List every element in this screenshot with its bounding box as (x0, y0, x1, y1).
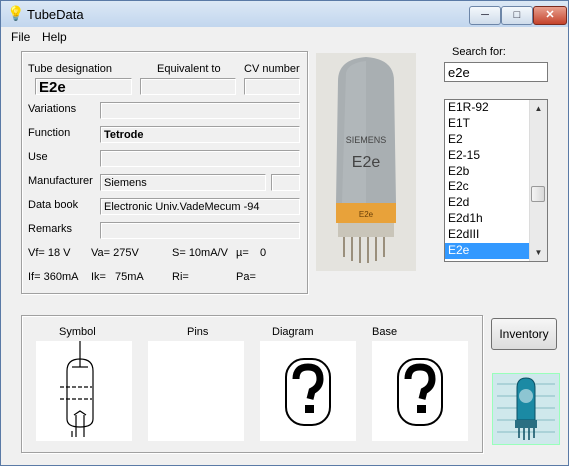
tube-list[interactable]: E1R-92 E1T E2 E2-15 E2b E2c E2d E2d1h E2dIII E2e … (444, 99, 548, 262)
tubedata-logo (492, 373, 560, 445)
variations-label: Variations (28, 103, 77, 115)
designation-field[interactable]: E2e (35, 78, 132, 95)
cv-number-label: CV number (244, 63, 300, 75)
tube-band-text: E2e (359, 210, 374, 219)
menu-file[interactable]: File (11, 30, 30, 44)
list-scrollbar[interactable]: ▲ ▼ (529, 100, 547, 261)
inventory-button[interactable]: Inventory (491, 318, 557, 350)
remarks-field[interactable] (100, 222, 300, 239)
pins-label: Pins (187, 326, 209, 338)
logo-image (493, 374, 559, 444)
use-label: Use (28, 151, 48, 163)
diagram-question-icon (285, 358, 331, 426)
tetrode-symbol-icon (60, 341, 94, 437)
s-value: S= 10mA/V (172, 247, 228, 259)
search-label: Search for: (452, 46, 506, 58)
list-item[interactable]: E2d (445, 195, 529, 211)
symbol-label: Symbol (59, 326, 96, 338)
manufacturer-label: Manufacturer (28, 175, 93, 187)
base-label: Base (372, 326, 398, 338)
list-item[interactable]: E2-15 (445, 148, 529, 164)
symbol-panel[interactable] (36, 341, 132, 441)
menu-help[interactable]: Help (42, 30, 67, 44)
mu-label: µ= (236, 247, 249, 259)
va-value: Va= 275V (91, 247, 139, 259)
main-window: 💡 TubeData ─ □ ✕ File Help Tube designat… (0, 0, 569, 466)
scroll-down-arrow[interactable]: ▼ (530, 244, 547, 261)
base-question-icon (397, 358, 443, 426)
designation-label: Tube designation (28, 63, 112, 75)
pins-panel[interactable] (148, 341, 244, 441)
tube-image: E2e SIEMENS E2e (316, 53, 416, 271)
menu-bar: File Help (1, 27, 568, 47)
vf-value: Vf= 18 V (28, 247, 71, 259)
ik-label: Ik= (91, 271, 106, 283)
databook-label: Data book (28, 199, 79, 211)
window-title: TubeData (27, 7, 84, 22)
list-item[interactable]: E2c (445, 179, 529, 195)
mu-value: 0 (260, 247, 267, 259)
databook-field[interactable]: Electronic Univ.VadeMecum -94 (100, 198, 300, 215)
pa-label: Pa= (236, 271, 256, 283)
scroll-thumb[interactable] (531, 186, 545, 202)
function-field[interactable]: Tetrode (100, 126, 300, 143)
variations-field[interactable] (100, 102, 300, 119)
maximize-button[interactable]: □ (501, 6, 533, 25)
function-label: Function (28, 127, 71, 139)
tube-photo: E2e SIEMENS E2e (316, 53, 416, 271)
equivalent-label: Equivalent to (157, 63, 221, 75)
diagram-label: Diagram (272, 326, 314, 338)
list-item[interactable]: E1R-92 (445, 100, 529, 116)
list-item[interactable]: E2b (445, 164, 529, 180)
diagram-panel[interactable] (260, 341, 356, 441)
remarks-label: Remarks (28, 223, 73, 235)
list-item[interactable]: E2e (445, 243, 529, 259)
scroll-up-arrow[interactable]: ▲ (530, 100, 547, 117)
tube-type-text: E2e (352, 154, 381, 171)
lightbulb-icon: 💡 (7, 5, 25, 21)
close-button[interactable]: ✕ (533, 6, 567, 25)
ik-value: 75mA (115, 271, 144, 283)
list-item[interactable]: E2d1h (445, 211, 529, 227)
list-item[interactable]: E1T (445, 116, 529, 132)
manufacturer-field[interactable]: Siemens (100, 174, 266, 191)
tube-brand-text: SIEMENS (346, 135, 387, 145)
minimize-button[interactable]: ─ (469, 6, 501, 25)
search-input[interactable]: e2e (444, 62, 548, 82)
if-value: If= 360mA (28, 271, 79, 283)
equivalent-field[interactable] (140, 78, 236, 95)
cv-number-field[interactable] (244, 78, 300, 95)
manufacturer-extra-field[interactable] (271, 174, 300, 191)
ri-label: Ri= (172, 271, 189, 283)
use-field[interactable] (100, 150, 300, 167)
list-item[interactable]: E2dIII (445, 227, 529, 243)
title-bar[interactable]: 💡 TubeData ─ □ ✕ (1, 1, 568, 27)
list-item[interactable]: E2 (445, 132, 529, 148)
base-panel[interactable] (372, 341, 468, 441)
